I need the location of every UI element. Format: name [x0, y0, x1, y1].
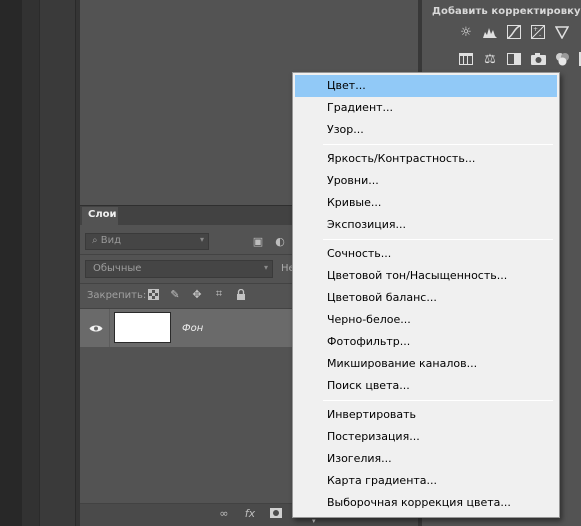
layer-thumbnail[interactable]: [114, 312, 171, 343]
brightness-contrast-icon[interactable]: ☼: [458, 24, 474, 40]
menu-separator: [323, 144, 553, 145]
left-edge-strip: [0, 0, 22, 526]
black-white-icon[interactable]: [506, 51, 522, 67]
menu-item-channel-mixer[interactable]: Микширование каналов...: [295, 353, 557, 375]
exposure-icon[interactable]: + -: [530, 24, 546, 40]
menu-item-pattern[interactable]: Узор...: [295, 119, 557, 141]
adjustments-title: Добавить корректировку: [432, 6, 581, 17]
menu-item-color-lookup[interactable]: Поиск цвета...: [295, 375, 557, 397]
menu-item-levels[interactable]: Уровни...: [295, 170, 557, 192]
blend-mode-value: Обычные: [93, 263, 142, 274]
menu-item-curves[interactable]: Кривые...: [295, 192, 557, 214]
menu-item-vibrance[interactable]: Сочность...: [295, 243, 557, 265]
layers-bottom-icons: ∞ fx: [217, 506, 283, 520]
menu-separator: [323, 239, 553, 240]
svg-text:+: +: [533, 26, 538, 33]
curves-icon[interactable]: [506, 24, 522, 40]
adjustments-row-1: ☼ + -: [458, 24, 570, 40]
filter-icons: ▣ ◐: [252, 235, 286, 248]
panel-dock-column: [40, 0, 76, 526]
levels-icon[interactable]: [482, 24, 498, 40]
adjustment-filter-icon[interactable]: ◐: [274, 235, 286, 248]
menu-item-gradient-map[interactable]: Карта градиента...: [295, 470, 557, 492]
menu-separator: [323, 400, 553, 401]
channel-mixer-icon[interactable]: [554, 51, 570, 67]
eye-icon[interactable]: [89, 322, 103, 334]
menu-item-selective-color[interactable]: Выборочная коррекция цвета...: [295, 492, 557, 514]
menu-item-solid-color[interactable]: Цвет...: [295, 75, 557, 97]
fx-icon[interactable]: fx: [243, 506, 257, 520]
menu-item-color-balance[interactable]: Цветовой баланс...: [295, 287, 557, 309]
lock-transparency-icon[interactable]: [147, 288, 159, 300]
add-mask-icon[interactable]: [269, 506, 283, 520]
adjustments-row-2: ⚖: [458, 51, 581, 67]
vibrance-icon[interactable]: [554, 24, 570, 40]
menu-item-gradient[interactable]: Градиент...: [295, 97, 557, 119]
menu-item-black-white[interactable]: Черно-белое...: [295, 309, 557, 331]
menu-item-brightness-contrast[interactable]: Яркость/Контрастность...: [295, 148, 557, 170]
layer-filter-select[interactable]: ⌕ Вид ▾: [85, 233, 209, 250]
lock-label: Закрепить:: [87, 290, 147, 301]
adjustment-layer-menu: Цвет... Градиент... Узор... Яркость/Конт…: [292, 72, 560, 518]
chevron-down-icon: ▾: [263, 263, 268, 272]
layer-name[interactable]: Фон: [182, 323, 203, 334]
menu-item-photo-filter[interactable]: Фотофильтр...: [295, 331, 557, 353]
new-adjustment-chevron-icon[interactable]: ▾: [312, 517, 316, 525]
tools-panel-edge: [22, 0, 40, 526]
blend-mode-select[interactable]: Обычные ▾: [85, 260, 273, 278]
svg-text:-: -: [539, 32, 541, 39]
tab-layers[interactable]: Слои: [82, 207, 118, 226]
menu-item-threshold[interactable]: Изогелия...: [295, 448, 557, 470]
menu-item-posterize[interactable]: Постеризация...: [295, 426, 557, 448]
color-balance-icon[interactable]: ⚖: [482, 51, 498, 67]
lock-pixels-brush-icon[interactable]: ✎: [169, 288, 181, 301]
hue-saturation-icon[interactable]: [458, 51, 474, 67]
filter-label: Вид: [100, 235, 122, 246]
lock-artboard-icon[interactable]: ⌗: [213, 287, 225, 300]
menu-item-exposure[interactable]: Экспозиция...: [295, 214, 557, 236]
menu-item-invert[interactable]: Инвертировать: [295, 404, 557, 426]
link-layers-icon[interactable]: ∞: [217, 506, 231, 520]
lock-all-icon[interactable]: [235, 288, 247, 300]
photo-filter-icon[interactable]: [530, 51, 546, 67]
lock-icons: ✎ ✥ ⌗: [147, 287, 247, 301]
image-filter-icon[interactable]: ▣: [252, 235, 264, 248]
chevron-down-icon: ▾: [199, 235, 204, 244]
search-icon: ⌕: [92, 235, 101, 246]
menu-item-hue-saturation[interactable]: Цветовой тон/Насыщенность...: [295, 265, 557, 287]
divider: [109, 309, 110, 347]
lock-position-icon[interactable]: ✥: [191, 288, 203, 301]
